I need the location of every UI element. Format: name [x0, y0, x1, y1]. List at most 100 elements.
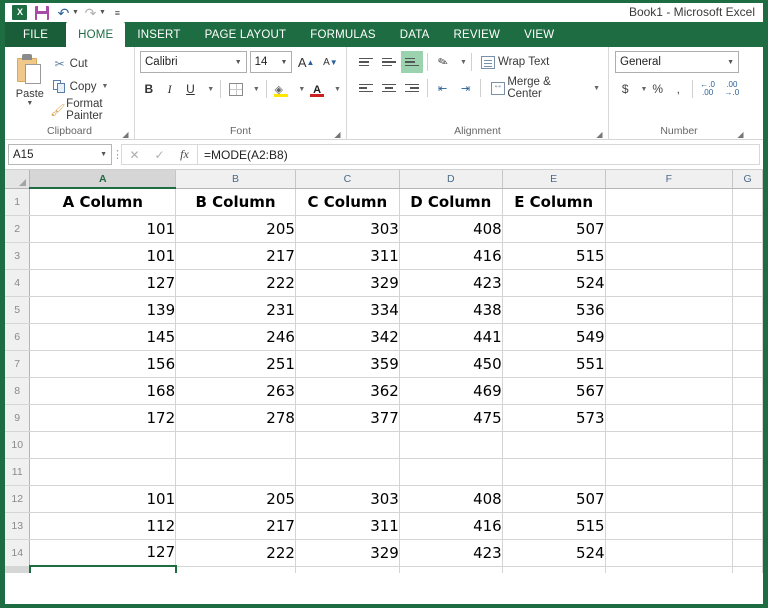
cell-f5[interactable]: [605, 296, 734, 324]
cell-c11[interactable]: [295, 458, 400, 486]
merge-dropdown-icon[interactable]: ▼: [593, 85, 600, 92]
cell-c10[interactable]: [295, 431, 400, 459]
clipboard-dialog-launcher-icon[interactable]: ◢: [121, 130, 130, 139]
column-header-d[interactable]: D: [399, 170, 503, 189]
cell-e1[interactable]: E Column: [502, 188, 606, 216]
cell-c7[interactable]: 359: [295, 350, 400, 378]
cell-c4[interactable]: 329: [295, 269, 400, 297]
increase-decimal-button[interactable]: ←.0.00: [695, 78, 719, 100]
cell-b14[interactable]: 222: [175, 539, 296, 567]
column-header-g[interactable]: G: [732, 170, 763, 189]
spreadsheet-grid[interactable]: ABCDEFG 1A Column B Column C Column D Colum…: [5, 170, 763, 573]
cell-b10[interactable]: [175, 431, 296, 459]
cell-f9[interactable]: [605, 404, 734, 432]
accounting-format-button[interactable]: $: [615, 78, 636, 100]
cell-e2[interactable]: 507: [502, 215, 606, 243]
cell-d2[interactable]: 408: [399, 215, 503, 243]
bottom-align-button[interactable]: [401, 51, 423, 73]
tab-page-layout[interactable]: PAGE LAYOUT: [193, 22, 299, 47]
cell-c5[interactable]: 334: [295, 296, 400, 324]
cell-a2[interactable]: 101: [29, 215, 177, 243]
row-header-1[interactable]: 1: [5, 188, 31, 216]
cell-a12[interactable]: 101: [29, 485, 177, 513]
cell-e3[interactable]: 515: [502, 242, 606, 270]
cell-d8[interactable]: 469: [399, 377, 503, 405]
cell-g5[interactable]: [732, 296, 763, 324]
copy-dropdown-icon[interactable]: ▼: [102, 83, 109, 90]
cell-f14[interactable]: [605, 539, 734, 567]
cell-d12[interactable]: 408: [399, 485, 503, 513]
cell-c1[interactable]: C Column: [295, 188, 400, 216]
cell-a13[interactable]: 112: [29, 512, 177, 540]
cell-a11[interactable]: [29, 458, 177, 486]
cell-b5[interactable]: 231: [175, 296, 296, 324]
cell-f13[interactable]: [605, 512, 734, 540]
cell-e15[interactable]: [502, 566, 606, 573]
cell-a10[interactable]: [29, 431, 177, 459]
cell-e13[interactable]: 515: [502, 512, 606, 540]
cell-c6[interactable]: 342: [295, 323, 400, 351]
percent-style-button[interactable]: %: [647, 78, 668, 100]
cell-d15[interactable]: [399, 566, 503, 573]
cell-d5[interactable]: 438: [399, 296, 503, 324]
font-size-combo[interactable]: 14 ▼: [249, 51, 293, 73]
redo-icon[interactable]: ↷: [80, 4, 101, 21]
cell-e6[interactable]: 549: [502, 323, 606, 351]
cell-c2[interactable]: 303: [295, 215, 400, 243]
cell-d3[interactable]: 416: [399, 242, 503, 270]
tab-view[interactable]: VIEW: [512, 22, 566, 47]
column-header-a[interactable]: A: [29, 170, 177, 189]
cell-e9[interactable]: 573: [502, 404, 606, 432]
decrease-decimal-button[interactable]: .00 →.0: [720, 78, 744, 100]
font-color-button[interactable]: A: [308, 78, 326, 100]
borders-button[interactable]: [227, 78, 245, 100]
undo-icon[interactable]: ↶: [53, 4, 74, 21]
column-header-e[interactable]: E: [502, 170, 606, 189]
cell-g12[interactable]: [732, 485, 763, 513]
cell-c14[interactable]: 329: [295, 539, 400, 567]
tab-insert[interactable]: INSERT: [125, 22, 192, 47]
cell-f10[interactable]: [605, 431, 734, 459]
row-header-12[interactable]: 12: [5, 485, 31, 513]
cell-c8[interactable]: 362: [295, 377, 400, 405]
cell-f7[interactable]: [605, 350, 734, 378]
cell-g6[interactable]: [732, 323, 763, 351]
cell-f12[interactable]: [605, 485, 734, 513]
italic-button[interactable]: I: [161, 78, 179, 100]
save-icon[interactable]: [31, 4, 52, 21]
grow-font-button[interactable]: A ▲: [295, 51, 316, 73]
number-format-combo[interactable]: General ▼: [615, 51, 739, 73]
cell-d7[interactable]: 450: [399, 350, 503, 378]
font-name-dropdown-icon[interactable]: ▼: [235, 59, 242, 66]
cell-d1[interactable]: D Column: [399, 188, 503, 216]
cell-e7[interactable]: 551: [502, 350, 606, 378]
cell-c9[interactable]: 377: [295, 404, 400, 432]
tab-data[interactable]: DATA: [388, 22, 442, 47]
cell-e5[interactable]: 536: [502, 296, 606, 324]
row-header-6[interactable]: 6: [5, 323, 31, 351]
row-header-4[interactable]: 4: [5, 269, 31, 297]
cell-g7[interactable]: [732, 350, 763, 378]
cell-d6[interactable]: 441: [399, 323, 503, 351]
cell-c13[interactable]: 311: [295, 512, 400, 540]
select-all-corner[interactable]: [5, 170, 31, 189]
cell-f8[interactable]: [605, 377, 734, 405]
comma-style-button[interactable]: ,: [668, 78, 689, 100]
row-header-14[interactable]: 14: [5, 539, 31, 567]
cell-b12[interactable]: 205: [175, 485, 296, 513]
tab-home[interactable]: HOME: [66, 22, 126, 47]
accounting-dropdown-icon[interactable]: ▼: [641, 86, 648, 93]
cell-a14[interactable]: 127: [29, 539, 177, 567]
bold-button[interactable]: B: [140, 78, 158, 100]
cell-g10[interactable]: [732, 431, 763, 459]
cell-b6[interactable]: 246: [175, 323, 296, 351]
paste-dropdown-icon[interactable]: ▼: [26, 100, 33, 108]
redo-dropdown-icon[interactable]: ▼: [99, 9, 106, 16]
cell-c12[interactable]: 303: [295, 485, 400, 513]
underline-button[interactable]: U: [182, 78, 200, 100]
copy-button[interactable]: Copy ▼: [50, 76, 129, 97]
formula-input[interactable]: =MODE(A2:B8): [197, 144, 760, 165]
cell-a6[interactable]: 145: [29, 323, 177, 351]
cell-a7[interactable]: 156: [29, 350, 177, 378]
row-header-3[interactable]: 3: [5, 242, 31, 270]
